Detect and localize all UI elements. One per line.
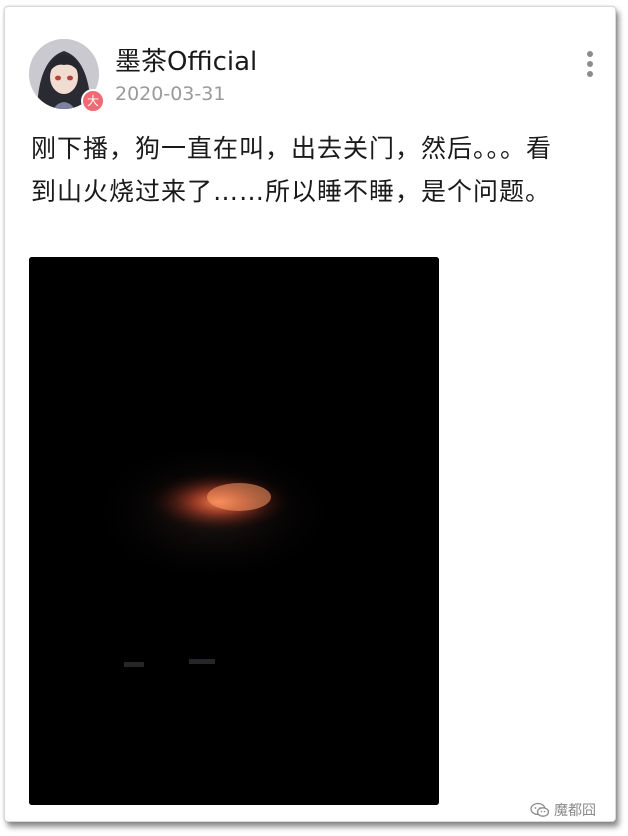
username[interactable]: 墨茶Official: [115, 41, 257, 78]
post-text: 刚下播，狗一直在叫，出去关门，然后。。。看到山火烧过来了……所以睡不睡，是个问题…: [31, 134, 553, 206]
more-vertical-icon[interactable]: [580, 51, 600, 85]
watermark: 魔都囧: [530, 800, 596, 820]
wechat-icon: [530, 802, 550, 818]
post-card: 大 墨茶Official 2020-03-31 刚下播，狗一直在叫，出去关门，然…: [4, 6, 616, 822]
post-video[interactable]: [29, 257, 439, 805]
watermark-label: 魔都囧: [554, 803, 596, 819]
level-badge: 大: [81, 89, 105, 113]
post-date: 2020-03-31: [115, 83, 226, 105]
